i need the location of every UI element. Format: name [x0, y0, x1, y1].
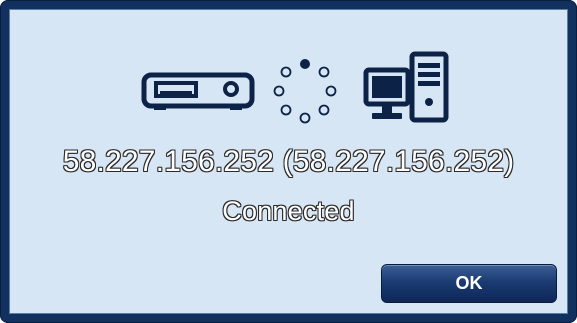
connection-icons — [10, 50, 567, 126]
connection-status: Connected — [222, 196, 355, 226]
computer-icon — [363, 51, 449, 123]
loading-spinner-icon — [273, 59, 337, 124]
dialog-panel: 58.227.156.252 (58.227.156.252) Connecte… — [9, 9, 568, 314]
ok-button[interactable]: OK — [381, 264, 557, 303]
recorder-device-icon — [141, 72, 255, 110]
connection-address: 58.227.156.252 (58.227.156.252) — [62, 145, 515, 178]
connection-dialog: 58.227.156.252 (58.227.156.252) Connecte… — [0, 0, 577, 323]
